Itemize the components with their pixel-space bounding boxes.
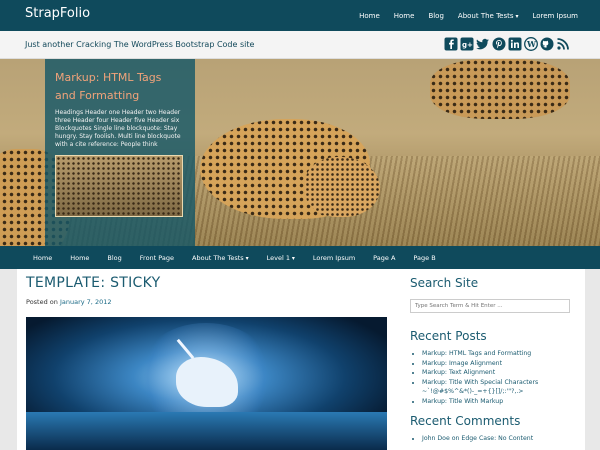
main-nav-page-b[interactable]: Page B — [413, 254, 435, 262]
main-nav-home-1[interactable]: Home — [33, 254, 52, 262]
featured-post-title[interactable]: Markup: HTML Tags and Formatting — [55, 69, 185, 105]
top-nav-menu: Home Home Blog About The Tests Lorem Ips… — [359, 0, 578, 31]
post-title[interactable]: TEMPLATE: STICKY — [26, 275, 160, 291]
recent-post-link[interactable]: Markup: Title With Special Characters ~`… — [422, 379, 538, 396]
rss-icon[interactable] — [556, 37, 570, 51]
recent-comment-link[interactable]: John Doe on Edge Case: No Content — [422, 435, 533, 442]
list-item: Markup: Text Alignment — [422, 368, 585, 378]
post-featured-image — [26, 317, 387, 450]
github-icon[interactable] — [540, 37, 554, 51]
site-title[interactable]: StrapFolio — [25, 6, 90, 21]
featured-post-card[interactable]: Markup: HTML Tags and Formatting Heading… — [45, 59, 195, 246]
pinterest-icon[interactable] — [492, 37, 506, 51]
post-meta: Posted on January 7, 2012 — [26, 298, 112, 306]
featured-post-excerpt: Headings Header one Header two Header th… — [55, 109, 181, 148]
linkedin-icon[interactable] — [508, 37, 522, 51]
top-nav-lorem-ipsum[interactable]: Lorem Ipsum — [532, 12, 578, 20]
main-nav-about-the-tests[interactable]: About The Tests — [192, 254, 249, 262]
list-item: Markup: Title With Markup — [422, 397, 585, 407]
recent-comments-list: John Doe on Edge Case: No Content — [422, 434, 585, 444]
top-nav-home-1[interactable]: Home — [359, 12, 380, 20]
recent-posts-list: Markup: HTML Tags and Formatting Markup:… — [422, 349, 585, 406]
recent-post-link[interactable]: Markup: Image Alignment — [422, 360, 502, 367]
recent-post-link[interactable]: Markup: Text Alignment — [422, 369, 495, 376]
main-nav-page-a[interactable]: Page A — [373, 254, 395, 262]
top-nav-blog[interactable]: Blog — [428, 12, 443, 20]
list-item: Markup: Title With Special Characters ~`… — [422, 378, 585, 397]
search-widget-title: Search Site — [410, 276, 479, 290]
social-links: g+ W — [444, 37, 570, 51]
post-date[interactable]: January 7, 2012 — [60, 298, 112, 306]
recent-posts-title: Recent Posts — [410, 329, 487, 343]
featured-post-thumbnail[interactable] — [55, 155, 183, 217]
recent-post-link[interactable]: Markup: Title With Markup — [422, 398, 503, 405]
main-nav-front-page[interactable]: Front Page — [140, 254, 174, 262]
main-nav-level-1[interactable]: Level 1 — [267, 254, 295, 262]
content-area: TEMPLATE: STICKY Posted on January 7, 20… — [17, 269, 585, 450]
posted-on-label: Posted on — [26, 298, 58, 306]
top-navbar: StrapFolio Home Home Blog About The Test… — [0, 0, 600, 31]
facebook-icon[interactable] — [444, 37, 458, 51]
sidebar: Search Site Recent Posts Markup: HTML Ta… — [410, 269, 585, 444]
list-item: Markup: HTML Tags and Formatting — [422, 349, 585, 359]
svg-text:g+: g+ — [462, 41, 473, 49]
recent-comments-title: Recent Comments — [410, 414, 521, 428]
recent-post-link[interactable]: Markup: HTML Tags and Formatting — [422, 350, 531, 357]
tagline-bar: Just another Cracking The WordPress Boot… — [0, 31, 600, 59]
search-input[interactable] — [410, 299, 570, 313]
main-navbar: Home Home Blog Front Page About The Test… — [0, 246, 600, 269]
main-nav-home-2[interactable]: Home — [70, 254, 89, 262]
list-item: Markup: Image Alignment — [422, 359, 585, 369]
main-nav-lorem-ipsum[interactable]: Lorem Ipsum — [313, 254, 355, 262]
top-nav-about-the-tests[interactable]: About The Tests — [458, 12, 519, 20]
svg-text:W: W — [526, 39, 537, 49]
twitter-icon[interactable] — [476, 37, 490, 51]
site-tagline: Just another Cracking The WordPress Boot… — [25, 40, 255, 49]
google-plus-icon[interactable]: g+ — [460, 37, 474, 51]
wordpress-icon[interactable]: W — [524, 37, 538, 51]
main-nav-blog[interactable]: Blog — [107, 254, 121, 262]
top-nav-home-2[interactable]: Home — [394, 12, 415, 20]
list-item: John Doe on Edge Case: No Content — [422, 434, 585, 444]
